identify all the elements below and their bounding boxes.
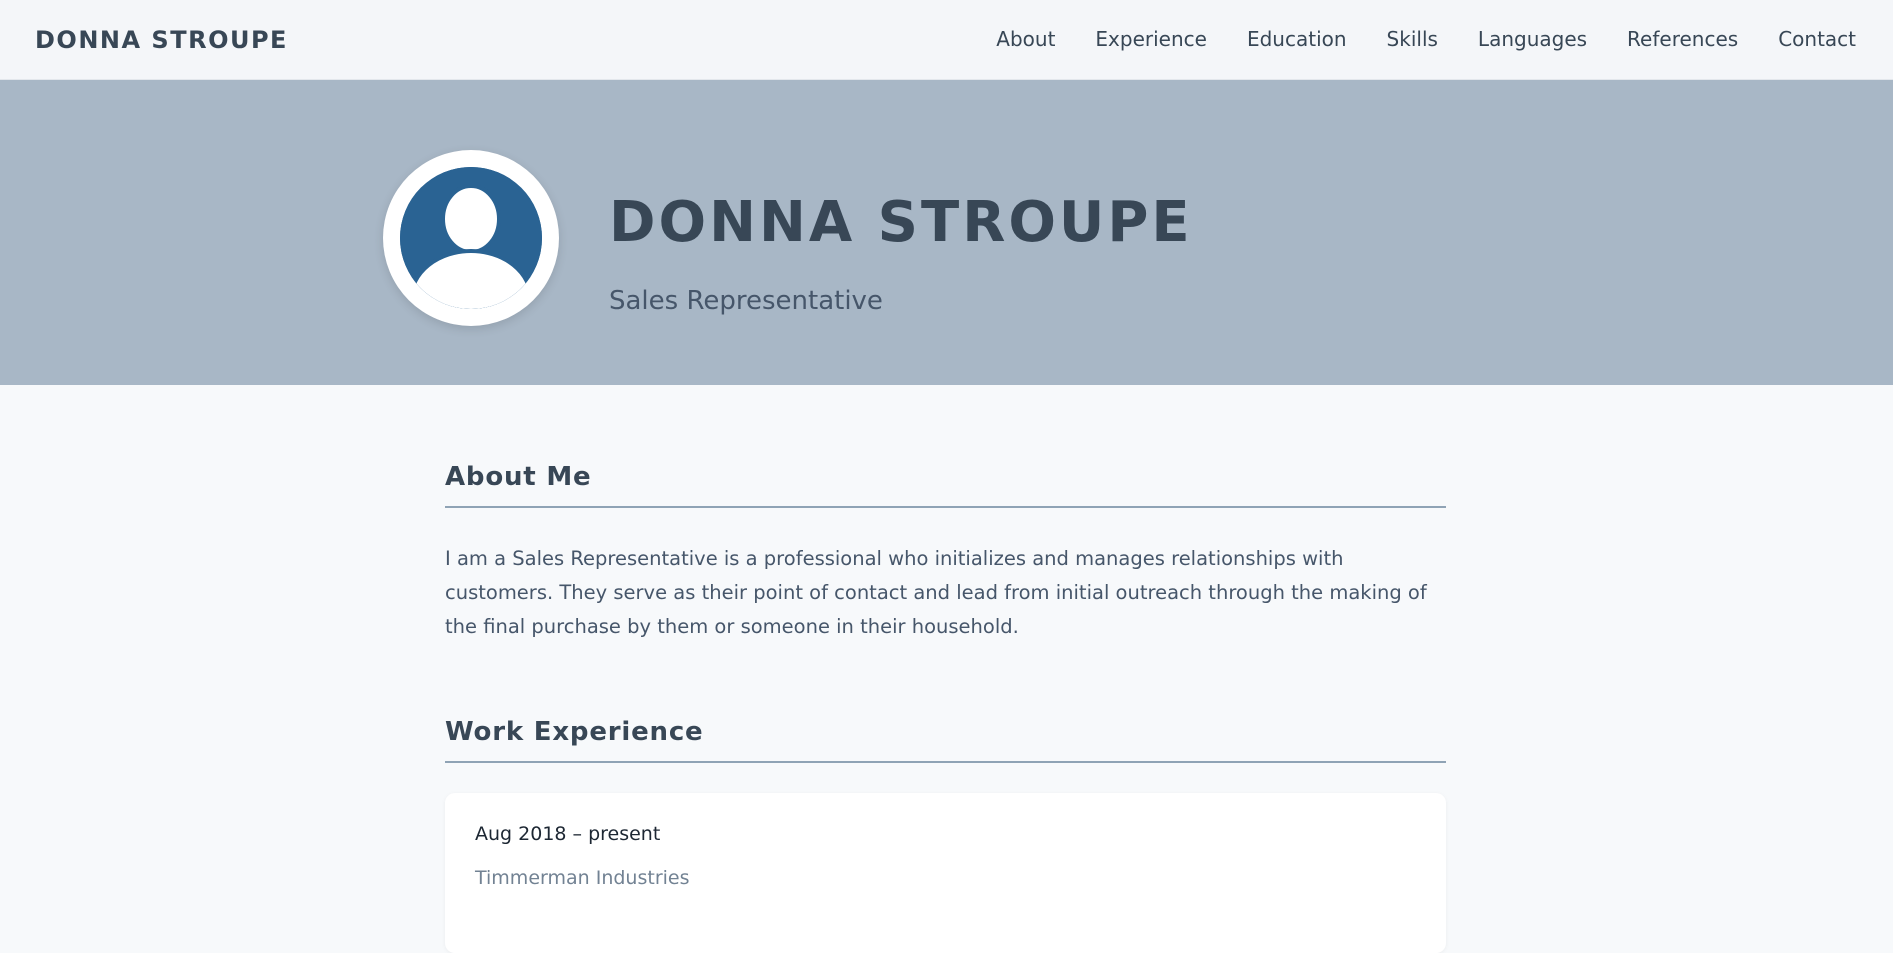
about-text: I am a Sales Representative is a profess… <box>445 547 1427 638</box>
nav-link-references[interactable]: References <box>1627 27 1738 51</box>
nav-link-education[interactable]: Education <box>1247 27 1347 51</box>
job-date: Aug 2018 – present <box>475 823 661 845</box>
user-silhouette-icon <box>400 167 542 309</box>
nav-link-skills[interactable]: Skills <box>1387 27 1438 51</box>
nav-link-experience[interactable]: Experience <box>1095 27 1207 51</box>
nav-links: About Experience Education Skills Langua… <box>996 27 1856 51</box>
profile-job-title: Sales Representative <box>609 286 883 316</box>
job-company: Timmerman Industries <box>475 867 690 889</box>
work-experience-heading: Work Experience <box>445 717 1446 763</box>
top-navigation: DONNA STROUPE About Experience Education… <box>0 0 1893 80</box>
job-card: Aug 2018 – present Timmerman Industries <box>445 793 1446 953</box>
nav-link-about[interactable]: About <box>996 27 1055 51</box>
nav-link-contact[interactable]: Contact <box>1778 27 1856 51</box>
about-heading: About Me <box>445 462 1446 508</box>
brand-link[interactable]: DONNA STROUPE <box>35 26 288 54</box>
work-experience-section: Work Experience Aug 2018 – present Timme… <box>445 717 1446 953</box>
profile-name: DONNA STROUPE <box>609 190 1193 255</box>
about-section: About Me I am a Sales Representative is … <box>445 462 1446 644</box>
main-content: About Me I am a Sales Representative is … <box>445 385 1446 953</box>
hero-banner: DONNA STROUPE Sales Representative <box>0 80 1893 385</box>
nav-link-languages[interactable]: Languages <box>1478 27 1587 51</box>
avatar <box>400 167 542 309</box>
avatar-frame <box>383 150 559 326</box>
